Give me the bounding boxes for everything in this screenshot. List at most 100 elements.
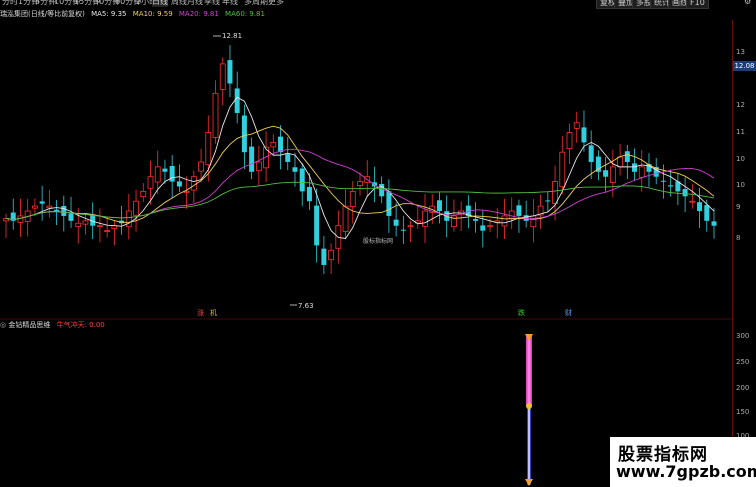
indicator-bar-highlight <box>527 336 531 406</box>
period-tab-9[interactable]: 周线 <box>171 0 187 7</box>
high-price-label: 12.81 <box>222 32 242 40</box>
candle-body[interactable] <box>609 166 616 183</box>
period-tab-10[interactable]: 月线 <box>187 0 203 7</box>
candle-body[interactable] <box>154 166 161 183</box>
candle-body[interactable] <box>566 132 573 149</box>
candle-body[interactable] <box>162 168 168 172</box>
candle-body[interactable] <box>501 215 508 227</box>
candle-body[interactable] <box>422 210 428 227</box>
stock-name[interactable]: 瑞泓集团(日线/等比前复权) <box>0 10 85 18</box>
candle-body[interactable] <box>241 115 247 153</box>
candle-body[interactable] <box>54 209 60 212</box>
candle-body[interactable] <box>400 229 406 231</box>
candle-body[interactable] <box>46 205 53 209</box>
indicator-info-bar: 瑞泓集团(日线/等比前复权) MA5: 9.35 MA10: 9.59 MA20… <box>0 8 269 20</box>
settings-icon[interactable]: ⚙ <box>744 0 751 6</box>
period-tab-14[interactable]: 更多 <box>268 0 284 7</box>
candle-body[interactable] <box>473 218 479 221</box>
period-tab-13[interactable]: 多周期 <box>244 0 268 7</box>
candle-body[interactable] <box>292 167 298 172</box>
candle-body[interactable] <box>487 225 493 228</box>
low-price-label: 7.63 <box>298 302 314 310</box>
candle-body[interactable] <box>508 210 515 219</box>
candle-body[interactable] <box>205 132 212 166</box>
candle-body[interactable] <box>31 205 38 209</box>
candle-body[interactable] <box>436 200 442 212</box>
candle-body[interactable] <box>682 188 688 197</box>
candle-body[interactable] <box>75 222 82 227</box>
candle-body[interactable] <box>278 136 284 153</box>
period-tab-2[interactable]: 5分钟 <box>35 0 56 7</box>
candle-body[interactable] <box>249 146 255 172</box>
candle-body[interactable] <box>219 63 226 90</box>
candle-body[interactable] <box>516 205 522 216</box>
candle-body[interactable] <box>314 205 320 246</box>
candle-body[interactable] <box>349 191 356 207</box>
candle-body[interactable] <box>82 220 89 225</box>
candle-body[interactable] <box>588 145 594 162</box>
candle-body[interactable] <box>176 181 182 187</box>
candle-body[interactable] <box>357 181 363 186</box>
candle-body[interactable] <box>581 127 587 143</box>
period-tab-0[interactable]: 分时 <box>2 0 18 7</box>
indicator-mid-dot <box>526 403 532 409</box>
candle-body[interactable] <box>603 170 609 177</box>
candle-body[interactable] <box>299 168 305 192</box>
candle-body[interactable] <box>393 219 399 226</box>
candle-body[interactable] <box>270 141 277 148</box>
candle-body[interactable] <box>407 225 414 228</box>
period-tab-12[interactable]: 年线 <box>222 0 238 7</box>
candle-body[interactable] <box>285 154 291 162</box>
candle-body[interactable] <box>140 191 147 198</box>
axis-tick-label: 9 <box>736 203 741 211</box>
sub-indicator-icon[interactable]: ◎ <box>0 321 6 329</box>
candle-body[interactable] <box>552 181 558 204</box>
axis-tick-label: 250 <box>736 358 750 366</box>
candle-body[interactable] <box>133 200 139 216</box>
candle-body[interactable] <box>306 186 312 202</box>
candle-body[interactable] <box>328 249 335 261</box>
axis-tick-label: 300 <box>736 332 750 340</box>
candle-body[interactable] <box>227 60 233 84</box>
candle-body[interactable] <box>573 122 580 129</box>
candle-body[interactable] <box>321 248 327 265</box>
candle-body[interactable] <box>697 202 703 212</box>
candle-body[interactable] <box>68 213 74 221</box>
signal-marker: 财 <box>565 309 572 317</box>
candle-body[interactable] <box>530 215 537 228</box>
candle-body[interactable] <box>255 161 262 172</box>
candle-body[interactable] <box>632 163 638 172</box>
candle-body[interactable] <box>198 161 204 172</box>
period-tab-8[interactable]: 日线 <box>152 0 168 7</box>
candle-body[interactable] <box>704 205 710 221</box>
candle-body[interactable] <box>689 200 696 203</box>
candle-body[interactable] <box>39 201 45 204</box>
candle-body[interactable] <box>480 225 486 231</box>
period-tab-11[interactable]: 季线 <box>204 0 220 7</box>
candle-body[interactable] <box>617 156 623 168</box>
candle-body[interactable] <box>147 176 154 189</box>
candle-body[interactable] <box>638 166 645 178</box>
sub-indicator-name[interactable]: 金钻精品思维 <box>8 321 50 329</box>
candle-body[interactable] <box>190 176 197 191</box>
candle-body[interactable] <box>97 225 103 228</box>
candle-body[interactable] <box>342 205 349 232</box>
signal-marker: 涨 <box>197 309 204 317</box>
toolbar-button-5[interactable]: F10 <box>686 0 709 9</box>
candle-body[interactable] <box>169 165 175 182</box>
candle-body[interactable] <box>386 191 392 216</box>
candle-body[interactable] <box>212 92 219 138</box>
candlestick-chart[interactable]: 12.81 7.63 <box>0 20 733 487</box>
candle-body[interactable] <box>660 180 666 182</box>
candle-body[interactable] <box>668 185 674 187</box>
candle-body[interactable] <box>624 151 630 162</box>
candle-body[interactable] <box>183 191 190 193</box>
candle-body[interactable] <box>545 200 551 202</box>
ma10-value: MA10: 9.59 <box>132 10 173 18</box>
axis-tick-label: 200 <box>736 384 750 392</box>
candle-body[interactable] <box>104 230 111 233</box>
candle-body[interactable] <box>61 205 67 216</box>
candle-body[interactable] <box>234 88 240 113</box>
candle-body[interactable] <box>711 221 717 226</box>
candle-body[interactable] <box>559 151 566 188</box>
